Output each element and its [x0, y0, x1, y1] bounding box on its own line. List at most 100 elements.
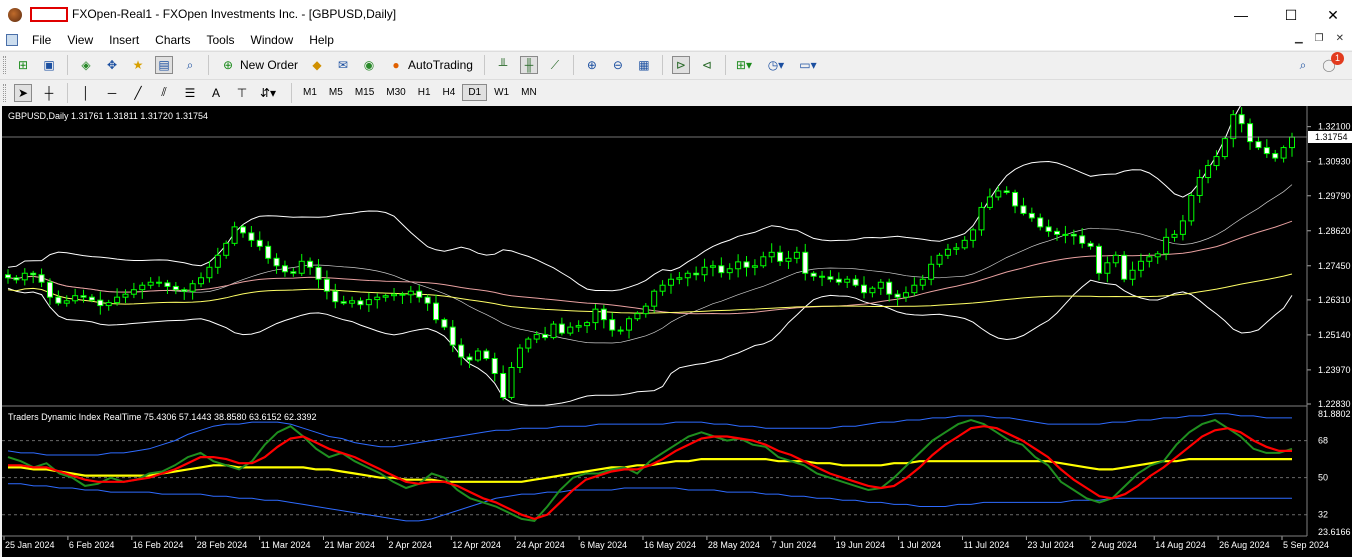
- candle-bear: [273, 257, 280, 267]
- autotrading-button[interactable]: ● AutoTrading: [384, 55, 477, 75]
- timeframe-w1[interactable]: W1: [489, 85, 514, 100]
- candle-bull: [768, 251, 775, 258]
- candle-bull: [877, 281, 884, 289]
- new-order-button[interactable]: ⊕ New Order: [216, 55, 302, 75]
- indicators-icon[interactable]: ⊞▾: [735, 56, 753, 74]
- candle-bull: [198, 277, 205, 285]
- candle-bull: [592, 308, 599, 324]
- timeframe-m30[interactable]: M30: [381, 85, 410, 100]
- menu-window[interactable]: Window: [243, 33, 302, 47]
- templates-icon[interactable]: ▭▾: [799, 56, 817, 74]
- candle-bear: [30, 272, 37, 276]
- signals-icon[interactable]: ◉: [360, 56, 378, 74]
- favorites-icon[interactable]: ★: [129, 56, 147, 74]
- candle-bear: [819, 275, 826, 278]
- candle-bull: [567, 326, 574, 334]
- candle-bear: [1054, 230, 1061, 235]
- horizontal-line-icon[interactable]: ─: [103, 84, 121, 102]
- time-tick-label: 25 Jan 2024: [5, 540, 55, 550]
- profiles-icon[interactable]: ▣: [40, 56, 58, 74]
- menu-tools[interactable]: Tools: [199, 33, 243, 47]
- mailbox-icon[interactable]: ✉: [334, 56, 352, 74]
- menu-help[interactable]: Help: [301, 33, 342, 47]
- candle-bear: [38, 274, 45, 283]
- line-chart-icon[interactable]: ⟋: [546, 56, 564, 74]
- autoscroll-icon[interactable]: ⊳: [671, 56, 690, 74]
- candle-bull: [667, 278, 674, 286]
- new-chart-icon[interactable]: ⊞: [14, 56, 32, 74]
- mdi-restore-icon[interactable]: ❐: [1315, 33, 1324, 44]
- cursor-icon[interactable]: ➤: [14, 83, 32, 102]
- price-axis: 1.32100 1.30930 1.29790 1.28620 1.27450 1.263…: [1307, 122, 1352, 409]
- line-studies-toolbar: ➤ ┼ │ ─ ╱ ⫽ ☰ A ⊤ ⇵▾ M1 M5 M15 M30 H1 H4…: [0, 79, 1352, 105]
- candle-bull: [970, 229, 977, 241]
- candle-bear: [248, 232, 255, 241]
- candle-bull: [760, 256, 767, 267]
- chart-shift-icon[interactable]: ⊲: [698, 56, 716, 74]
- fibonacci-icon[interactable]: ☰: [181, 84, 199, 102]
- candle-bear: [1272, 153, 1279, 159]
- candle-bull: [130, 289, 137, 295]
- maximize-button[interactable]: ☐: [1268, 0, 1314, 30]
- autotrading-label: AutoTrading: [408, 58, 473, 72]
- candle-bear: [558, 323, 565, 334]
- indicator-axis: 81.8802 68 50 32 23.6166: [1318, 409, 1351, 537]
- candle-bull: [349, 300, 356, 304]
- minimize-button[interactable]: —: [1218, 0, 1264, 30]
- candle-bear: [1003, 190, 1010, 193]
- candle-bear: [600, 308, 607, 321]
- toolbar-grip[interactable]: [3, 56, 6, 74]
- current-price-label: 1.31754: [1315, 132, 1348, 142]
- vertical-line-icon[interactable]: │: [77, 84, 95, 102]
- search-icon[interactable]: ⌕: [1294, 56, 1312, 74]
- tile-windows-icon[interactable]: ▦: [635, 56, 653, 74]
- mdi-minimize-icon[interactable]: ▁: [1295, 33, 1303, 44]
- timeframe-m1[interactable]: M1: [298, 85, 322, 100]
- toolbar-grip[interactable]: [3, 83, 6, 102]
- timeframe-h1[interactable]: H1: [413, 85, 436, 100]
- bar-chart-icon[interactable]: ╨: [494, 56, 512, 74]
- menu-file[interactable]: File: [24, 33, 59, 47]
- strategy-tester-icon[interactable]: ⌕: [181, 56, 199, 74]
- notifications-icon[interactable]: ◯ 1: [1320, 52, 1344, 74]
- indicator-tick-label: 50: [1318, 473, 1328, 483]
- price-tick-label: 1.23970: [1318, 365, 1351, 375]
- timeframe-m5[interactable]: M5: [324, 85, 348, 100]
- menu-view[interactable]: View: [59, 33, 101, 47]
- timeframe-d1[interactable]: D1: [462, 84, 488, 101]
- candle-bear: [894, 293, 901, 298]
- time-tick-label: 2 Aug 2024: [1091, 540, 1137, 550]
- text-icon[interactable]: A: [207, 84, 225, 102]
- trendline-icon[interactable]: ╱: [129, 84, 147, 102]
- timeframe-m15[interactable]: M15: [350, 85, 379, 100]
- zoom-in-icon[interactable]: ⊕: [583, 56, 601, 74]
- market-watch-icon[interactable]: ◈: [77, 56, 95, 74]
- candle-bull: [206, 266, 213, 279]
- mdi-close-icon[interactable]: ✕: [1336, 33, 1344, 44]
- close-button[interactable]: ✕: [1310, 0, 1352, 30]
- navigator-icon[interactable]: ✥: [103, 56, 121, 74]
- menu-charts[interactable]: Charts: [147, 33, 198, 47]
- indicator-header: Traders Dynamic Index RealTime 75.4306 5…: [8, 412, 317, 422]
- menu-insert[interactable]: Insert: [101, 33, 147, 47]
- chart-canvas[interactable]: 1.32100 1.30930 1.29790 1.28620 1.27450 1.263…: [2, 106, 1352, 557]
- title-bar: FXOpen-Real1 - FXOpen Investments Inc. -…: [0, 0, 1352, 30]
- candle-bull: [676, 277, 683, 280]
- arrows-icon[interactable]: ⇵▾: [259, 84, 277, 102]
- chart-window[interactable]: 1.32100 1.30930 1.29790 1.28620 1.27450 1.263…: [2, 106, 1352, 557]
- crosshair-icon[interactable]: ┼: [40, 84, 58, 102]
- metaeditor-icon[interactable]: ◆: [308, 56, 326, 74]
- time-tick-label: 26 Aug 2024: [1219, 540, 1270, 550]
- data-window-icon[interactable]: ▤: [155, 56, 173, 74]
- candle-bull: [189, 283, 196, 292]
- equidistant-channel-icon[interactable]: ⫽: [155, 84, 173, 102]
- candle-bear: [181, 289, 188, 292]
- chart-window-icon[interactable]: [6, 34, 18, 46]
- bollinger-lower: [7, 279, 1293, 406]
- candlestick-icon[interactable]: ╫: [519, 56, 538, 74]
- timeframe-h4[interactable]: H4: [438, 85, 461, 100]
- text-label-icon[interactable]: ⊤: [233, 84, 251, 102]
- periods-icon[interactable]: ◷▾: [767, 56, 785, 74]
- timeframe-mn[interactable]: MN: [516, 85, 542, 100]
- zoom-out-icon[interactable]: ⊖: [609, 56, 627, 74]
